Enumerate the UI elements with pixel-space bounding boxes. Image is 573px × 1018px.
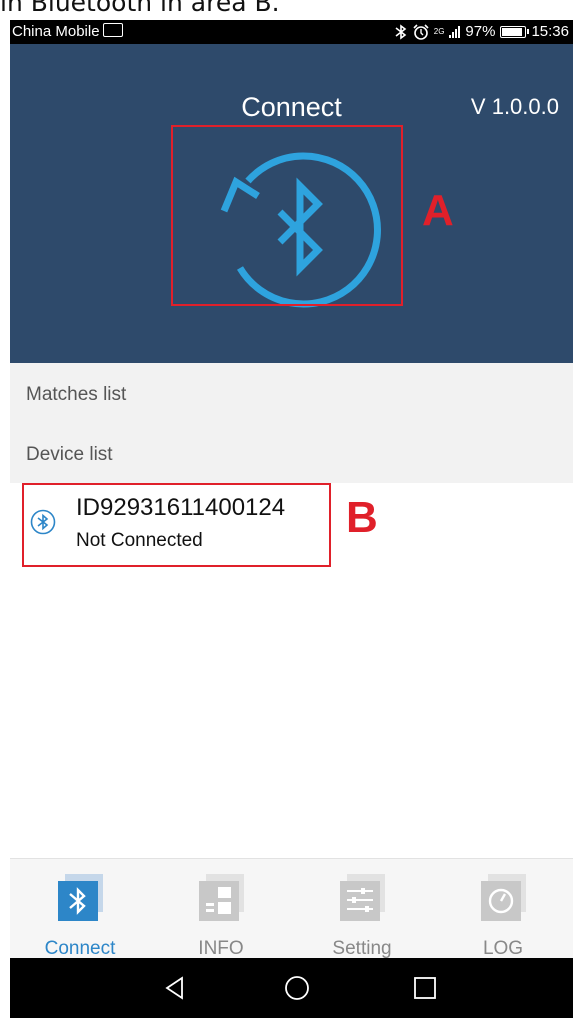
version-label: V 1.0.0.0 [470,94,559,119]
matches-list-header: Matches list [10,363,573,423]
page-caption: in Bluetooth in area B. [0,0,280,17]
settings-icon [340,874,385,921]
back-icon[interactable] [160,973,190,1003]
tab-log[interactable]: LOG [433,859,573,959]
signal-icon [449,25,461,38]
annotation-box-a [171,125,403,306]
bluetooth-icon [30,509,56,535]
status-icons: 2G 97% 15:36 [394,23,569,40]
device-id: ID92931611400124 [76,494,286,521]
battery-icon [500,25,530,38]
battery-percent: 97% [465,23,496,40]
device-list-header: Device list [10,423,573,483]
bluetooth-status-icon [395,23,407,40]
phone-screen: China Mobile 2G 97% 15:36 Connect V 1.0.… [10,20,573,1018]
clock: 15:36 [531,23,569,40]
info-icon [199,874,244,921]
annotation-label-b: B [346,493,378,542]
tab-log-label: LOG [482,938,524,959]
recents-icon[interactable] [410,973,440,1003]
tab-connect-label: Connect [44,938,116,959]
bluetooth-tab-icon [58,874,103,921]
device-list-label: Device list [26,444,113,465]
tab-setting[interactable]: Setting [292,859,432,959]
status-bar: China Mobile 2G 97% 15:36 [10,20,573,44]
bottom-tab-bar: Connect INFO Setting LOG [10,858,573,959]
log-icon [481,874,526,921]
activity-icon [102,23,123,37]
device-status: Not Connected [76,530,203,551]
network-type: 2G [433,26,445,36]
matches-list-label: Matches list [26,384,127,405]
alarm-icon [413,23,429,40]
device-list-item[interactable]: ID92931611400124 Not Connected B [10,483,573,567]
home-icon[interactable] [282,973,312,1003]
tab-connect[interactable]: Connect [10,859,150,959]
header-panel: Connect V 1.0.0.0 A [10,44,573,363]
carrier-area: China Mobile [12,23,123,40]
annotation-label-a: A [422,186,454,235]
tab-info-label: INFO [198,938,244,959]
tab-info[interactable]: INFO [151,859,291,959]
system-nav-bar [10,958,573,1018]
carrier-name: China Mobile [12,23,100,40]
tab-setting-label: Setting [332,938,392,959]
